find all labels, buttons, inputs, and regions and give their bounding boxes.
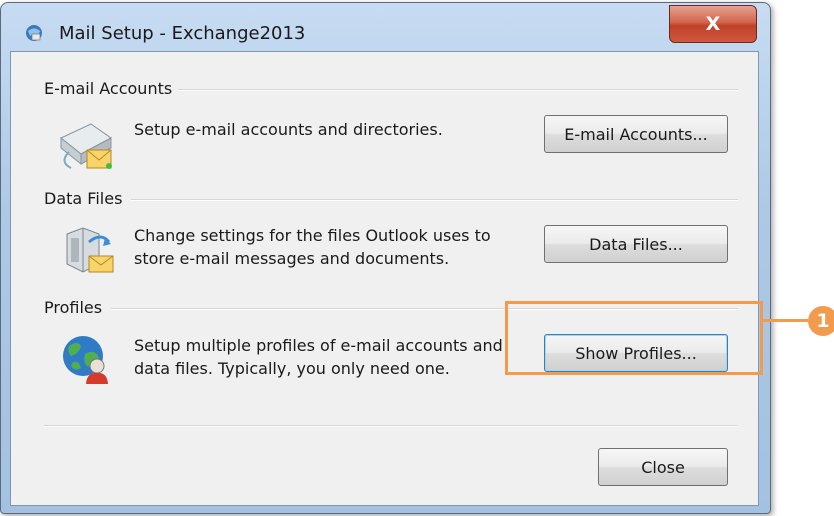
annotation-badge: 1 (808, 306, 834, 336)
mail-setup-window: Mail Setup - Exchange2013 X E-mail Accou… (0, 2, 771, 514)
email-accounts-icon (60, 123, 112, 169)
group-label-profiles: Profiles (44, 298, 109, 317)
description-data-files: Change settings for the files Outlook us… (134, 226, 491, 268)
window-close-button[interactable]: X (669, 5, 757, 43)
window-title: Mail Setup - Exchange2013 (59, 23, 306, 44)
annotation-connector-line (763, 319, 808, 322)
group-label-data-files: Data Files (44, 189, 129, 208)
email-accounts-button[interactable]: E-mail Accounts... (544, 115, 728, 153)
description-email-accounts: Setup e-mail accounts and directories. (134, 120, 443, 139)
mail-setup-app-icon (26, 25, 42, 41)
annotation-highlight-box (505, 301, 763, 375)
close-button[interactable]: Close (598, 448, 728, 486)
data-files-button[interactable]: Data Files... (544, 225, 728, 263)
data-files-icon (66, 227, 114, 273)
group-divider-email-accounts (171, 89, 738, 91)
group-divider-data-files (131, 199, 738, 201)
title-bar[interactable]: Mail Setup - Exchange2013 X (1, 3, 770, 51)
footer-divider (44, 425, 737, 427)
profiles-icon (63, 336, 108, 384)
group-label-email-accounts: E-mail Accounts (44, 79, 179, 98)
dialog-body: E-mail Accounts Setup e-mail accounts an… (10, 51, 759, 506)
close-x-icon: X (705, 13, 721, 35)
description-profiles: Setup multiple profiles of e-mail accoun… (134, 336, 503, 378)
